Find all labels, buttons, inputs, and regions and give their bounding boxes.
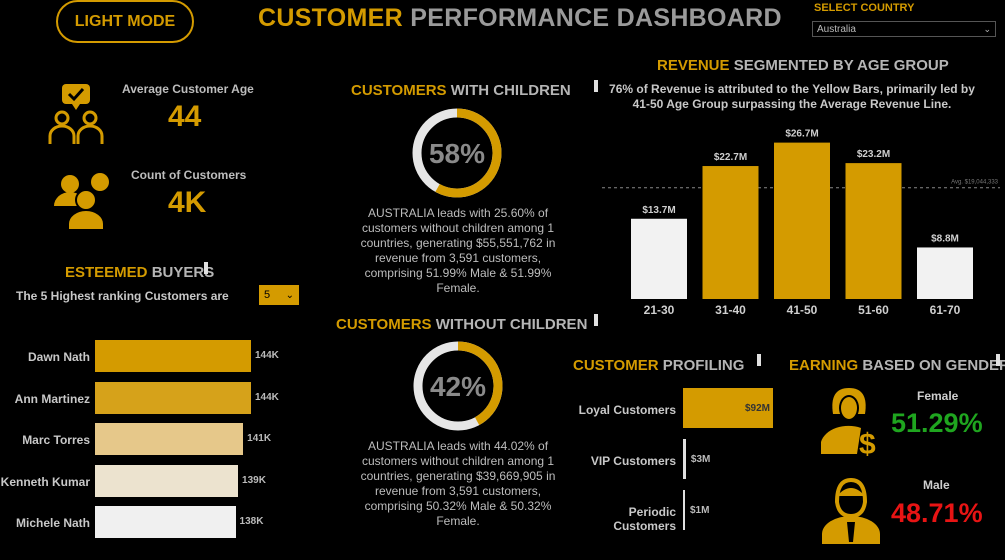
gender-title: EARNING BASED ON GENDER (789, 357, 1005, 374)
light-mode-button[interactable]: LIGHT MODE (56, 0, 194, 43)
revenue-bar-label: $13.7M (642, 205, 675, 216)
count-value: 4K (168, 186, 207, 219)
female-label: Female (917, 389, 959, 403)
profiling-title: CUSTOMER PROFILING (573, 357, 744, 374)
avg-age-label: Average Customer Age (122, 82, 254, 96)
revenue-title: REVENUE SEGMENTED BY AGE GROUP (657, 57, 949, 74)
with-children-text: AUSTRALIA leads with 25.60% of customers… (360, 206, 556, 295)
profile-value: $1M (690, 505, 710, 516)
revenue-bar[interactable] (774, 142, 830, 299)
buyer-bar[interactable] (95, 340, 251, 372)
revenue-title-part1: REVENUE (657, 57, 730, 74)
customers-age-icon (48, 84, 104, 144)
revenue-bar-label: $23.2M (857, 149, 890, 160)
esteemed-buyers-chart: Dawn Nath 144K Ann Martinez 144K Marc Torres… (0, 340, 300, 540)
profile-category: Periodic Customers (613, 505, 676, 533)
revenue-bar-label: $22.7M (714, 152, 747, 163)
avg-age-value: 44 (168, 100, 202, 133)
buyer-bar[interactable] (95, 381, 251, 414)
country-select-value: Australia (817, 23, 856, 35)
gender-title-part2: BASED ON GENDER (862, 357, 1005, 374)
count-label: Count of Customers (131, 168, 247, 182)
chevron-down-icon: ⌄ (285, 289, 294, 301)
revenue-bar-label: $8.8M (931, 233, 959, 244)
buyer-value: 139K (242, 474, 266, 486)
profile-category: VIP Customers (590, 454, 676, 468)
esteemed-title: ESTEEMED BUYERS (65, 264, 214, 281)
revenue-title-part2: SEGMENTED BY AGE GROUP (733, 57, 949, 74)
buyer-value: 138K (239, 516, 264, 527)
with-children-donut-label: 58% (429, 138, 485, 169)
section-marker (996, 354, 1000, 366)
female-earnings-icon: $ (821, 388, 876, 456)
age-group-tick: 51-60 (858, 303, 889, 317)
section-marker (757, 354, 761, 366)
profile-value: $92M (745, 403, 771, 414)
title-part2: PERFORMANCE DASHBOARD (410, 4, 782, 32)
customers-count-icon (54, 173, 109, 230)
male-earnings-icon (822, 477, 880, 544)
age-group-tick: 41-50 (787, 303, 818, 317)
country-select[interactable]: Australia ⌄ (812, 21, 996, 37)
section-marker (594, 80, 598, 92)
female-value: 51.29% (891, 408, 983, 438)
age-group-tick: 21-30 (644, 303, 675, 317)
average-line-label: Avg. $19,044,333 (951, 180, 999, 186)
buyer-bar[interactable] (95, 423, 244, 455)
profiling-chart: Loyal Customers $92M VIP Customers $3M Perio… (566, 385, 786, 535)
male-label: Male (923, 478, 950, 492)
section-marker (594, 314, 598, 326)
profile-value: $3M (690, 454, 711, 465)
select-country-label: SELECT COUNTRY (814, 2, 915, 14)
buyer-name: Dawn Nath (27, 350, 90, 364)
svg-text:$: $ (859, 428, 876, 456)
revenue-bar[interactable] (631, 218, 687, 299)
with-children-title-part2: WITH CHILDREN (450, 82, 571, 99)
buyer-name: Kenneth Kumar (0, 474, 90, 489)
buyer-name: Marc Torres (22, 433, 90, 447)
gender-title-part1: EARNING (789, 357, 859, 374)
without-children-title: CUSTOMERS WITHOUT CHILDREN (336, 316, 587, 333)
page-title: CUSTOMER PERFORMANCE DASHBOARD (258, 4, 782, 33)
profile-bar[interactable] (683, 439, 686, 479)
title-part1: CUSTOMER (258, 4, 404, 32)
buyer-name: Ann Martinez (14, 391, 90, 406)
without-children-donut: 42% (413, 341, 503, 431)
buyer-value: 144K (255, 350, 279, 361)
with-children-title: CUSTOMERS WITH CHILDREN (351, 82, 571, 99)
revenue-age-chart: Avg. $19,044,333 $13.7M 21-30 $22.7M 31-40 $2… (602, 129, 1000, 317)
esteemed-title-part1: ESTEEMED (65, 264, 148, 281)
profile-category: Loyal Customers (578, 403, 676, 417)
with-children-donut: 58% (412, 108, 502, 198)
male-value: 48.71% (891, 498, 983, 528)
revenue-note: 76% of Revenue is attributed to the Yell… (609, 82, 975, 111)
profile-bar[interactable] (683, 490, 685, 530)
revenue-bar-label: $26.7M (785, 129, 818, 140)
buyer-value: 144K (255, 391, 279, 403)
without-children-title-part2: WITHOUT CHILDREN (435, 316, 588, 333)
top-n-value: 5 (264, 289, 271, 301)
buyer-bar[interactable] (95, 464, 239, 497)
buyer-name: Michele Nath (15, 516, 90, 530)
esteemed-subtitle: The 5 Highest ranking Customers are (16, 289, 229, 303)
revenue-bar[interactable] (702, 166, 759, 299)
section-marker (204, 262, 208, 274)
buyer-bar[interactable] (95, 506, 236, 538)
without-children-donut-label: 42% (430, 371, 486, 402)
revenue-bar[interactable] (845, 163, 902, 299)
revenue-bar[interactable] (917, 247, 973, 299)
age-group-tick: 61-70 (930, 303, 961, 317)
with-children-title-part1: CUSTOMERS (351, 82, 447, 99)
age-group-tick: 31-40 (715, 303, 746, 317)
buyer-value: 141K (247, 433, 272, 444)
without-children-title-part1: CUSTOMERS (336, 316, 432, 333)
profiling-title-part2: PROFILING (662, 357, 745, 374)
top-n-stepper[interactable]: 5 ⌄ (259, 285, 299, 305)
chevron-down-icon: ⌄ (983, 23, 991, 34)
profiling-title-part1: CUSTOMER (573, 357, 659, 374)
without-children-text: AUSTRALIA leads with 44.02% of customers… (360, 439, 556, 528)
